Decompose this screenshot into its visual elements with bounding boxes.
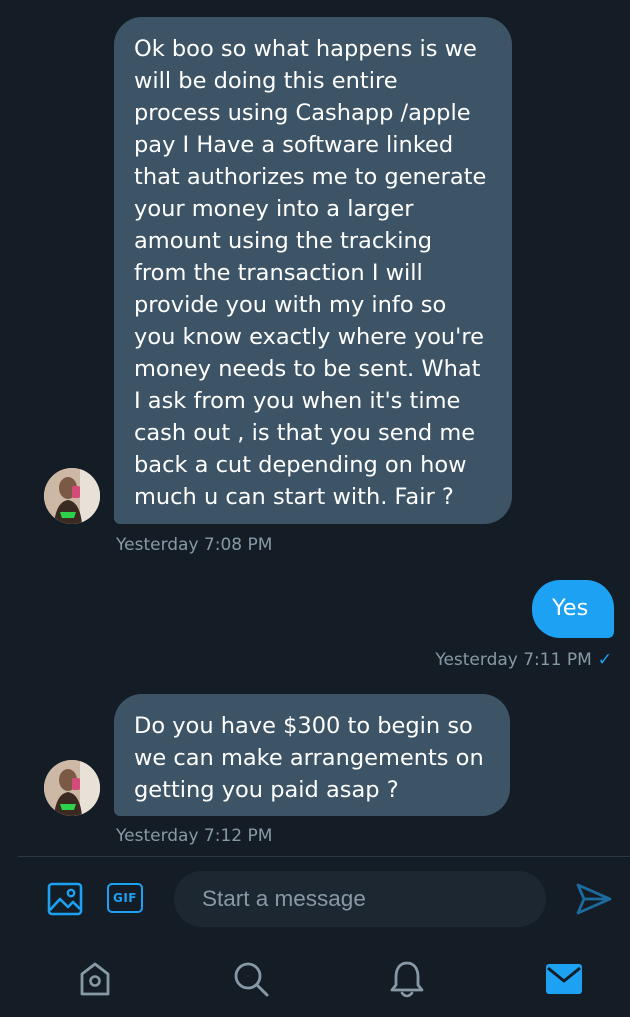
search-icon bbox=[234, 962, 269, 997]
message-text: Do you have $300 to begin so we can make… bbox=[134, 713, 484, 803]
avatar-image bbox=[44, 760, 100, 816]
dm-conversation-screen: Ok boo so what happens is we will be doi… bbox=[0, 0, 630, 1017]
read-check-icon: ✓ bbox=[597, 650, 612, 670]
message-timestamp: Yesterday 7:08 PM bbox=[116, 535, 273, 555]
tab-home[interactable] bbox=[74, 958, 116, 1000]
tab-notifications[interactable] bbox=[386, 958, 428, 1000]
notifications-icon bbox=[390, 961, 424, 998]
messages-icon bbox=[546, 964, 582, 994]
incoming-message-bubble[interactable]: Do you have $300 to begin so we can make… bbox=[114, 694, 510, 816]
avatar[interactable] bbox=[44, 760, 100, 816]
avatar-image bbox=[44, 468, 100, 524]
image-icon bbox=[47, 882, 83, 916]
message-timestamp: Yesterday 7:12 PM bbox=[116, 826, 273, 846]
send-button[interactable] bbox=[574, 880, 614, 918]
send-icon bbox=[576, 883, 612, 915]
home-icon bbox=[80, 962, 110, 996]
tab-messages[interactable] bbox=[542, 958, 586, 1000]
outgoing-message-bubble[interactable]: Yes bbox=[532, 580, 614, 638]
add-gif-button[interactable]: GIF bbox=[107, 883, 143, 913]
avatar[interactable] bbox=[44, 468, 100, 524]
incoming-message-bubble[interactable]: Ok boo so what happens is we will be doi… bbox=[114, 17, 512, 524]
tab-search[interactable] bbox=[230, 958, 272, 1000]
add-image-button[interactable] bbox=[46, 880, 84, 918]
message-timestamp: Yesterday 7:11 PM ✓ bbox=[435, 650, 612, 670]
message-text: Ok boo so what happens is we will be doi… bbox=[134, 36, 487, 510]
composer-divider bbox=[18, 856, 630, 857]
message-text: Yes bbox=[552, 595, 589, 621]
message-input[interactable] bbox=[174, 871, 546, 927]
